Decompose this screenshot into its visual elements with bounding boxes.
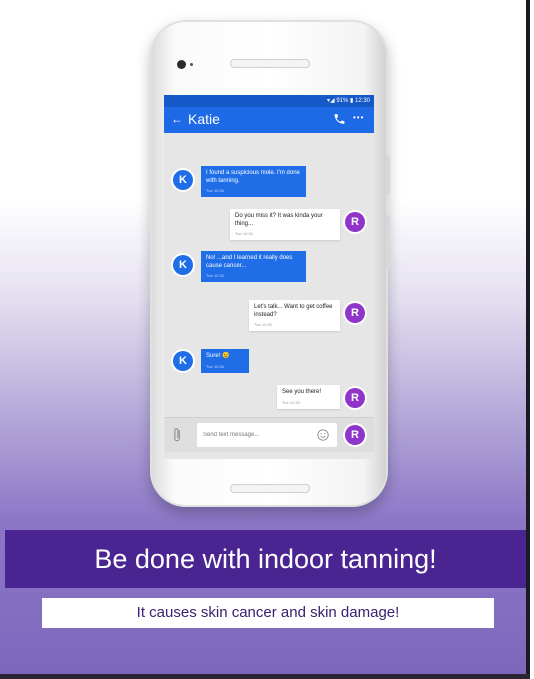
message-bubble-outgoing: See you there! Tue 12:30	[277, 385, 340, 409]
status-text: ▾◢ 91% ▮ 12:30	[327, 98, 370, 104]
earpiece-speaker	[230, 59, 310, 68]
contact-name: Katie	[188, 111, 220, 127]
message-text: I found a suspicious mole. I'm done with…	[206, 170, 300, 184]
message-bubble-incoming: No! ...and I learned it really does caus…	[201, 251, 306, 282]
message-text: See you there!	[282, 389, 322, 395]
message-time: Tue 12:30	[282, 399, 300, 405]
message-time: Tue 12:30	[254, 322, 272, 327]
avatar-katie: K	[173, 170, 193, 190]
headline: Be done with indoor tanning!	[94, 544, 437, 574]
message-composer: R	[164, 417, 374, 452]
status-bar: ▾◢ 91% ▮ 12:30	[164, 95, 374, 107]
poster-edge-right	[526, 0, 530, 679]
phone-screen: ▾◢ 91% ▮ 12:30 ← Katie ••• K I found a s…	[164, 95, 374, 459]
avatar-katie: K	[173, 351, 193, 371]
subheadline: It causes skin cancer and skin damage!	[136, 604, 400, 621]
message-time: Tue 12:30	[206, 363, 224, 369]
message-input[interactable]	[197, 423, 337, 447]
more-icon[interactable]: •••	[353, 113, 364, 122]
message-bubble-outgoing: Let's talk... Want to get coffee instead…	[249, 300, 340, 331]
poster-edge-bottom	[0, 674, 530, 679]
avatar-me: R	[345, 388, 365, 408]
avatar-me: R	[345, 212, 365, 232]
message-time: Tue 12:30	[206, 188, 224, 193]
phone-icon[interactable]	[333, 112, 346, 126]
message-text: Let's talk... Want to get coffee instead…	[254, 304, 333, 318]
smartphone: ▾◢ 91% ▮ 12:30 ← Katie ••• K I found a s…	[150, 20, 390, 507]
message-time: Tue 12:30	[206, 273, 224, 278]
message-bubble-incoming: Sure! 😉 Tue 12:30	[201, 349, 249, 373]
app-bar: ← Katie •••	[164, 107, 374, 133]
front-camera	[177, 60, 186, 69]
power-button	[386, 215, 390, 270]
headline-banner: Be done with indoor tanning!	[5, 530, 526, 588]
volume-button	[386, 155, 390, 195]
proximity-sensor	[190, 63, 193, 66]
paperclip-icon[interactable]	[173, 427, 182, 443]
message-text: Do you miss it? It was kinda your thing.…	[235, 213, 323, 227]
avatar-me: R	[345, 425, 365, 445]
subheadline-banner: It causes skin cancer and skin damage!	[42, 598, 494, 628]
message-bubble-outgoing: Do you miss it? It was kinda your thing.…	[230, 209, 340, 240]
message-bubble-incoming: I found a suspicious mole. I'm done with…	[201, 166, 306, 197]
message-text: Sure! 😉	[206, 353, 230, 359]
message-time: Tue 12:30	[235, 231, 253, 236]
bottom-speaker	[230, 484, 310, 493]
message-text: No! ...and I learned it really does caus…	[206, 255, 293, 269]
arrow-left-icon[interactable]: ←	[171, 112, 183, 126]
smiley-icon[interactable]	[317, 429, 329, 441]
avatar-katie: K	[173, 255, 193, 275]
avatar-me: R	[345, 303, 365, 323]
